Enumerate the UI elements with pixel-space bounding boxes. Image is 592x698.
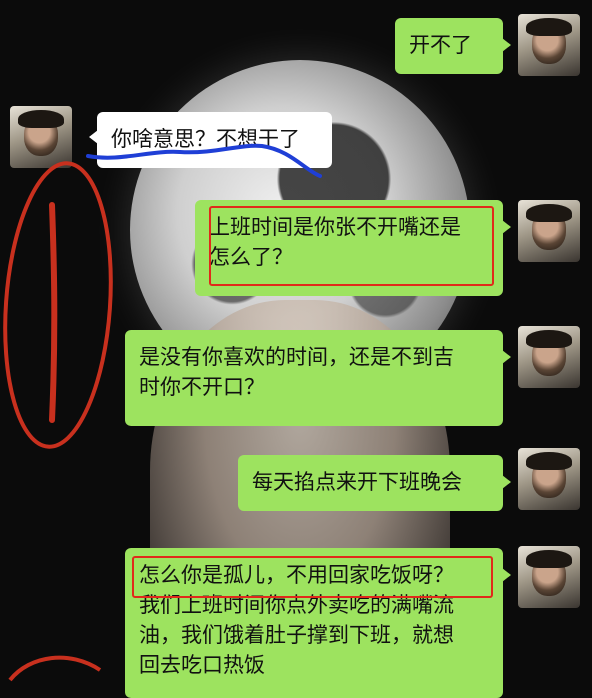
red-arc-annotation — [8, 655, 102, 682]
red-circle-annotation — [3, 161, 113, 449]
blue-underline-annotation — [86, 143, 322, 178]
annotation-layer — [3, 143, 322, 682]
red-line-annotation — [49, 202, 58, 423]
